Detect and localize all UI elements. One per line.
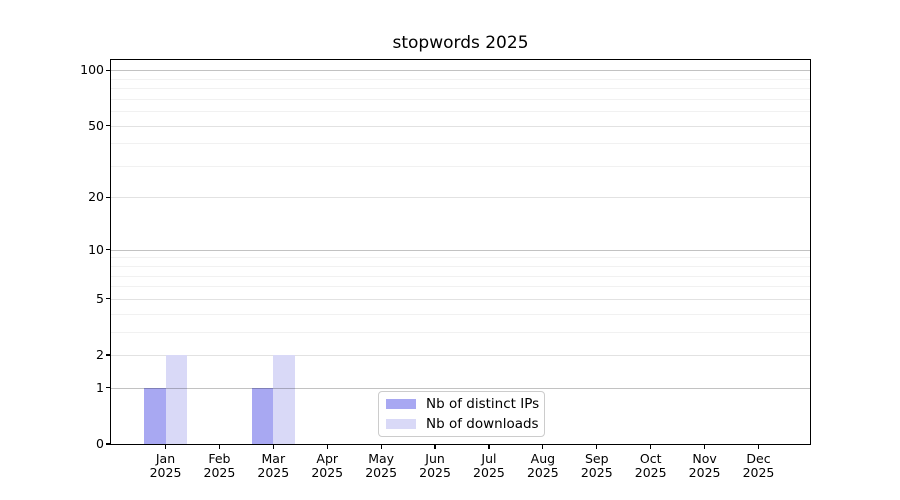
gridline-major [110,70,811,72]
x-tick-year: 2025 [473,465,505,480]
x-tick [757,445,760,449]
x-tick-year: 2025 [634,465,667,480]
x-tick-year: 2025 [311,465,344,480]
x-tick-month: Jul [481,451,497,466]
y-tick-label: 2 [96,347,104,362]
x-tick [488,445,490,449]
bar-nb-of-downloads-mar [273,355,295,445]
x-tick-year: 2025 [742,465,775,480]
x-tick-month: Sep [584,451,609,466]
x-tick-year: 2025 [526,465,559,480]
gridline [110,197,811,199]
gridline [110,355,811,356]
x-tick-label-jul: Jul 2025 [459,452,519,480]
x-tick-label-mar: Mar 2025 [243,452,303,480]
gridline-minor [110,275,811,277]
legend-row-nb-of-downloads: Nb of downloads [379,416,544,433]
x-tick-month: Apr [316,451,339,466]
x-tick-label-aug: Aug 2025 [513,452,573,480]
y-tick [106,196,110,198]
x-tick-month: Aug [530,451,556,466]
x-tick-year: 2025 [580,465,613,480]
gridline-minor [110,78,811,80]
x-tick [164,445,167,449]
x-tick [272,445,274,449]
gridline-minor [110,98,811,100]
x-tick-year: 2025 [203,465,236,480]
y-tick [106,387,110,389]
gridline-minor [110,111,811,113]
gridline [110,125,811,127]
bar-nb-of-downloads-jan [165,355,187,445]
x-tick [326,445,328,449]
y-tick [106,249,110,251]
legend-swatch-nb-of-downloads [386,418,416,430]
y-tick-label: 5 [96,290,104,306]
bar-nb-of-distinct-ips-mar [251,387,274,445]
y-tick [106,69,110,71]
chart-title: stopwords 2025 [392,33,529,53]
y-tick [106,124,110,127]
x-tick-label-nov: Nov 2025 [675,452,735,480]
x-tick-label-jun: Jun 2025 [405,452,465,480]
x-tick-year: 2025 [365,465,398,480]
figure: stopwords 2025 0 1 2 5 10 20 50 100 Jan 2025 Feb 20… [0,0,900,500]
x-tick-month: Dec [746,451,771,466]
gridline-minor [110,143,811,145]
x-tick-month: May [368,451,395,466]
x-tick-month: Jan [155,451,176,466]
gridline-minor [110,88,811,90]
legend-label: Nb of distinct IPs [426,396,540,412]
x-tick-year: 2025 [149,465,182,480]
legend-row-nb-of-distinct-ips: Nb of distinct IPs [379,396,544,413]
x-tick-label-apr: Apr 2025 [297,452,357,480]
x-tick-month: Oct [639,451,662,466]
x-tick-year: 2025 [257,465,290,480]
x-tick-label-jan: Jan 2025 [136,452,196,480]
y-tick-label: 20 [88,189,104,205]
y-tick-label: 1 [96,379,104,395]
bar-nb-of-distinct-ips-jan [144,387,166,445]
x-tick-year: 2025 [419,465,451,480]
gridline-minor [110,313,811,315]
gridline-minor [110,257,811,259]
gridline [110,298,811,300]
y-tick [106,298,110,300]
x-tick [703,445,706,449]
x-tick-month: Mar [261,451,286,466]
gridline-major [110,249,811,251]
y-tick [106,354,110,356]
y-tick [106,443,110,445]
x-tick-label-may: May 2025 [351,452,411,480]
y-tick-label: 0 [96,436,104,451]
gridline-major [110,387,811,389]
legend: Nb of distinct IPs Nb of downloads [378,391,545,437]
y-tick-label: 100 [80,62,104,78]
x-tick [380,445,382,449]
y-tick-label: 50 [88,117,104,133]
x-tick-month: Nov [692,451,717,466]
x-tick [542,445,544,449]
x-tick [434,445,436,449]
x-tick-label-dec: Dec 2025 [728,452,788,480]
plot-area [110,59,811,445]
x-tick-label-sep: Sep 2025 [567,452,627,480]
x-tick [596,445,598,449]
x-tick-year: 2025 [688,465,721,480]
x-tick-month: Feb [208,451,231,466]
x-tick-month: Jun [425,451,445,466]
x-tick-label-oct: Oct 2025 [621,452,681,480]
x-tick-label-feb: Feb 2025 [189,452,249,480]
legend-label: Nb of downloads [426,416,539,432]
legend-swatch-nb-of-distinct-ips [386,398,416,410]
gridline-minor [110,286,811,288]
gridline-minor [110,331,811,333]
gridline-minor [110,165,811,167]
x-tick [218,445,220,449]
gridline-minor [110,266,811,268]
x-tick [650,445,652,449]
y-tick-label: 10 [88,241,104,257]
